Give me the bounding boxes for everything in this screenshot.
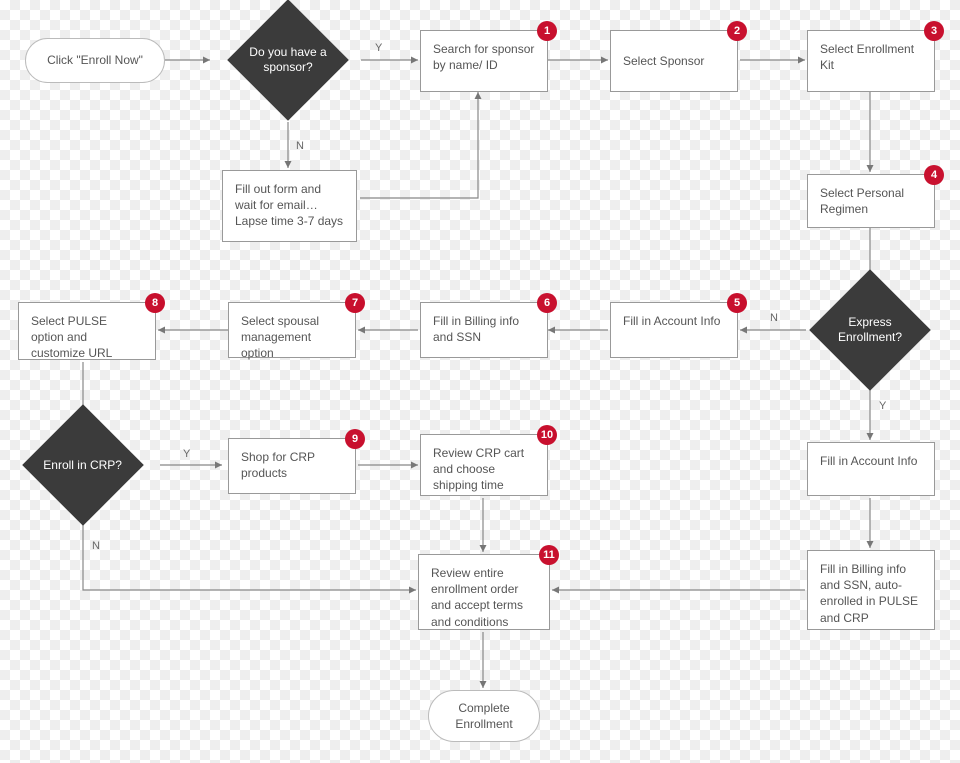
complete-label: Complete Enrollment bbox=[441, 700, 527, 732]
decision-express-label: Express Enrollment? bbox=[827, 315, 913, 345]
step-4-label: Select Personal Regimen bbox=[820, 186, 904, 216]
badge-4: 4 bbox=[924, 165, 944, 185]
no-sponsor-box: Fill out form and wait for email… Lapse … bbox=[222, 170, 357, 242]
express-account-label: Fill in Account Info bbox=[820, 454, 917, 468]
step-3-label: Select Enrollment Kit bbox=[820, 42, 914, 72]
edge-crp-no: N bbox=[92, 540, 100, 552]
decision-crp-label: Enroll in CRP? bbox=[40, 458, 126, 473]
step-7-label: Select spousal management option bbox=[241, 314, 319, 360]
express-billing-label: Fill in Billing info and SSN, auto-enrol… bbox=[820, 562, 918, 625]
step-5-label: Fill in Account Info bbox=[623, 314, 720, 328]
edge-crp-yes: Y bbox=[183, 448, 190, 460]
step-10-label: Review CRP cart and choose shipping time bbox=[433, 446, 524, 492]
step-9: Shop for CRP products 9 bbox=[228, 438, 356, 494]
no-sponsor-label: Fill out form and wait for email… Lapse … bbox=[235, 182, 343, 228]
badge-11: 11 bbox=[539, 545, 559, 565]
express-billing-box: Fill in Billing info and SSN, auto-enrol… bbox=[807, 550, 935, 630]
step-5: Fill in Account Info 5 bbox=[610, 302, 738, 358]
badge-7: 7 bbox=[345, 293, 365, 313]
decision-sponsor: Do you have a sponsor? bbox=[227, 0, 349, 121]
step-6: Fill in Billing info and SSN 6 bbox=[420, 302, 548, 358]
step-11-label: Review entire enrollment order and accep… bbox=[431, 566, 523, 629]
step-8: Select PULSE option and customize URL 8 bbox=[18, 302, 156, 360]
step-7: Select spousal management option 7 bbox=[228, 302, 356, 358]
flow-arrows bbox=[0, 0, 960, 763]
badge-2: 2 bbox=[727, 21, 747, 41]
edge-sponsor-yes: Y bbox=[375, 42, 382, 54]
badge-8: 8 bbox=[145, 293, 165, 313]
edge-sponsor-no: N bbox=[296, 140, 304, 152]
badge-9: 9 bbox=[345, 429, 365, 449]
edge-express-no: N bbox=[770, 312, 778, 324]
start-label: Click "Enroll Now" bbox=[47, 52, 143, 68]
badge-6: 6 bbox=[537, 293, 557, 313]
badge-1: 1 bbox=[537, 21, 557, 41]
step-4: Select Personal Regimen 4 bbox=[807, 174, 935, 228]
step-2-label: Select Sponsor bbox=[623, 53, 704, 69]
decision-sponsor-label: Do you have a sponsor? bbox=[245, 45, 331, 75]
step-9-label: Shop for CRP products bbox=[241, 450, 315, 480]
decision-crp: Enroll in CRP? bbox=[22, 404, 144, 526]
decision-express: Express Enrollment? bbox=[809, 269, 931, 391]
badge-10: 10 bbox=[537, 425, 557, 445]
step-6-label: Fill in Billing info and SSN bbox=[433, 314, 519, 344]
step-2: Select Sponsor 2 bbox=[610, 30, 738, 92]
badge-3: 3 bbox=[924, 21, 944, 41]
step-11: Review entire enrollment order and accep… bbox=[418, 554, 550, 630]
step-8-label: Select PULSE option and customize URL bbox=[31, 314, 112, 360]
express-account-box: Fill in Account Info bbox=[807, 442, 935, 496]
complete-node: Complete Enrollment bbox=[428, 690, 540, 742]
step-1: Search for sponsor by name/ ID 1 bbox=[420, 30, 548, 92]
badge-5: 5 bbox=[727, 293, 747, 313]
step-3: Select Enrollment Kit 3 bbox=[807, 30, 935, 92]
step-1-label: Search for sponsor by name/ ID bbox=[433, 42, 534, 72]
start-node: Click "Enroll Now" bbox=[25, 38, 165, 83]
step-10: Review CRP cart and choose shipping time… bbox=[420, 434, 548, 496]
edge-express-yes: Y bbox=[879, 400, 886, 412]
